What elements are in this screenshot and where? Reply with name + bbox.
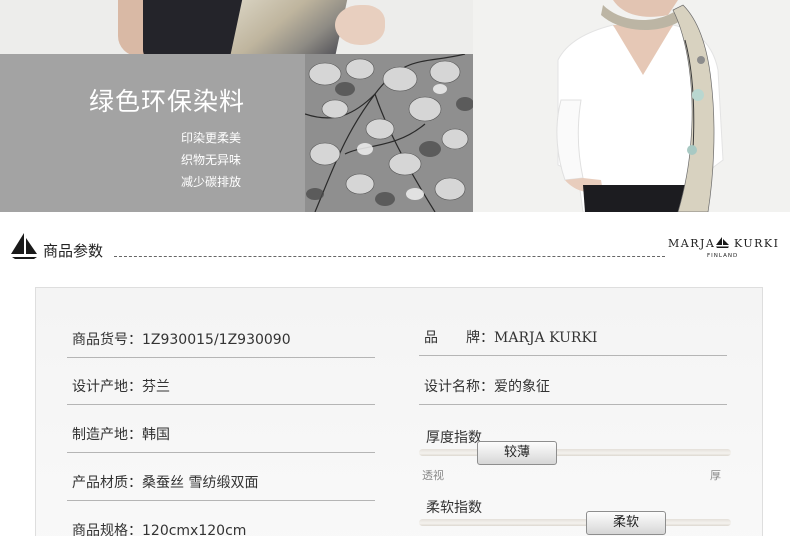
softness-track <box>419 519 731 526</box>
scarf-drape <box>228 0 349 54</box>
brand-name-left: MARJA <box>668 237 716 250</box>
model-hand <box>335 5 385 45</box>
param-item-number: 商品货号：1Z930015/1Z930090 <box>67 328 375 358</box>
softness-slider: 柔软指数 柔软 <box>419 497 731 536</box>
brand-logo: MARJA KURKI FINLAND <box>668 235 780 261</box>
feature-line: 印染更柔美 <box>180 131 241 145</box>
feature-title: 绿色环保染料 <box>88 87 245 116</box>
param-design-origin: 设计产地：芬兰 <box>67 375 375 405</box>
param-material: 产品材质：桑蚕丝 雪纺缎双面 <box>67 471 375 501</box>
param-text: 品 牌：MARJA KURKI <box>424 330 598 346</box>
param-text: 设计产地：芬兰 <box>72 379 170 395</box>
softness-title: 柔软指数 <box>426 500 482 516</box>
brand-wordmark: MARJA KURKI <box>668 237 778 250</box>
section-title: 商品参数 <box>43 242 104 260</box>
sail-logo-icon <box>11 233 37 259</box>
model-photo-left <box>0 0 473 54</box>
param-text: 商品规格：120cmx120cm <box>72 523 247 536</box>
softness-knob[interactable]: 柔软 <box>586 511 666 535</box>
brand-name-right: KURKI <box>734 237 780 250</box>
thickness-track <box>419 449 731 456</box>
param-brand: 品 牌：MARJA KURKI <box>419 326 727 356</box>
thickness-knob[interactable]: 较薄 <box>477 441 557 465</box>
thickness-min-label: 透视 <box>422 469 444 482</box>
thickness-slider: 厚度指数 较薄 透视 厚 <box>419 427 731 482</box>
brand-country: FINLAND <box>707 253 739 259</box>
model-photo-right <box>473 0 790 212</box>
thickness-title: 厚度指数 <box>426 430 482 446</box>
param-text: 设计名称：爱的象征 <box>424 379 550 395</box>
product-params-panel: 商品货号：1Z930015/1Z930090 设计产地：芬兰 制造产地：韩国 产… <box>35 287 763 536</box>
param-text: 制造产地：韩国 <box>72 427 170 443</box>
param-text: 产品材质：桑蚕丝 雪纺缎双面 <box>72 475 259 491</box>
brand-sail-icon <box>716 237 729 248</box>
section-header: 商品参数 MARJA KURKI FINLAND <box>10 232 790 262</box>
feature-line: 减少碳排放 <box>180 175 241 189</box>
param-manufacture-origin: 制造产地：韩国 <box>67 423 375 453</box>
hero-banner: 绿色环保染料 印染更柔美 织物无异味 减少碳排放 <box>0 0 790 212</box>
param-text: 商品货号：1Z930015/1Z930090 <box>72 332 291 348</box>
leaf-pattern-image <box>305 54 473 212</box>
feature-line: 织物无异味 <box>180 153 241 167</box>
dashed-divider <box>114 256 665 257</box>
feature-panel: 绿色环保染料 印染更柔美 织物无异味 减少碳排放 <box>0 54 305 212</box>
param-design-name: 设计名称：爱的象征 <box>419 375 727 405</box>
param-size: 商品规格：120cmx120cm <box>67 519 375 536</box>
thickness-max-label: 厚 <box>710 469 721 482</box>
